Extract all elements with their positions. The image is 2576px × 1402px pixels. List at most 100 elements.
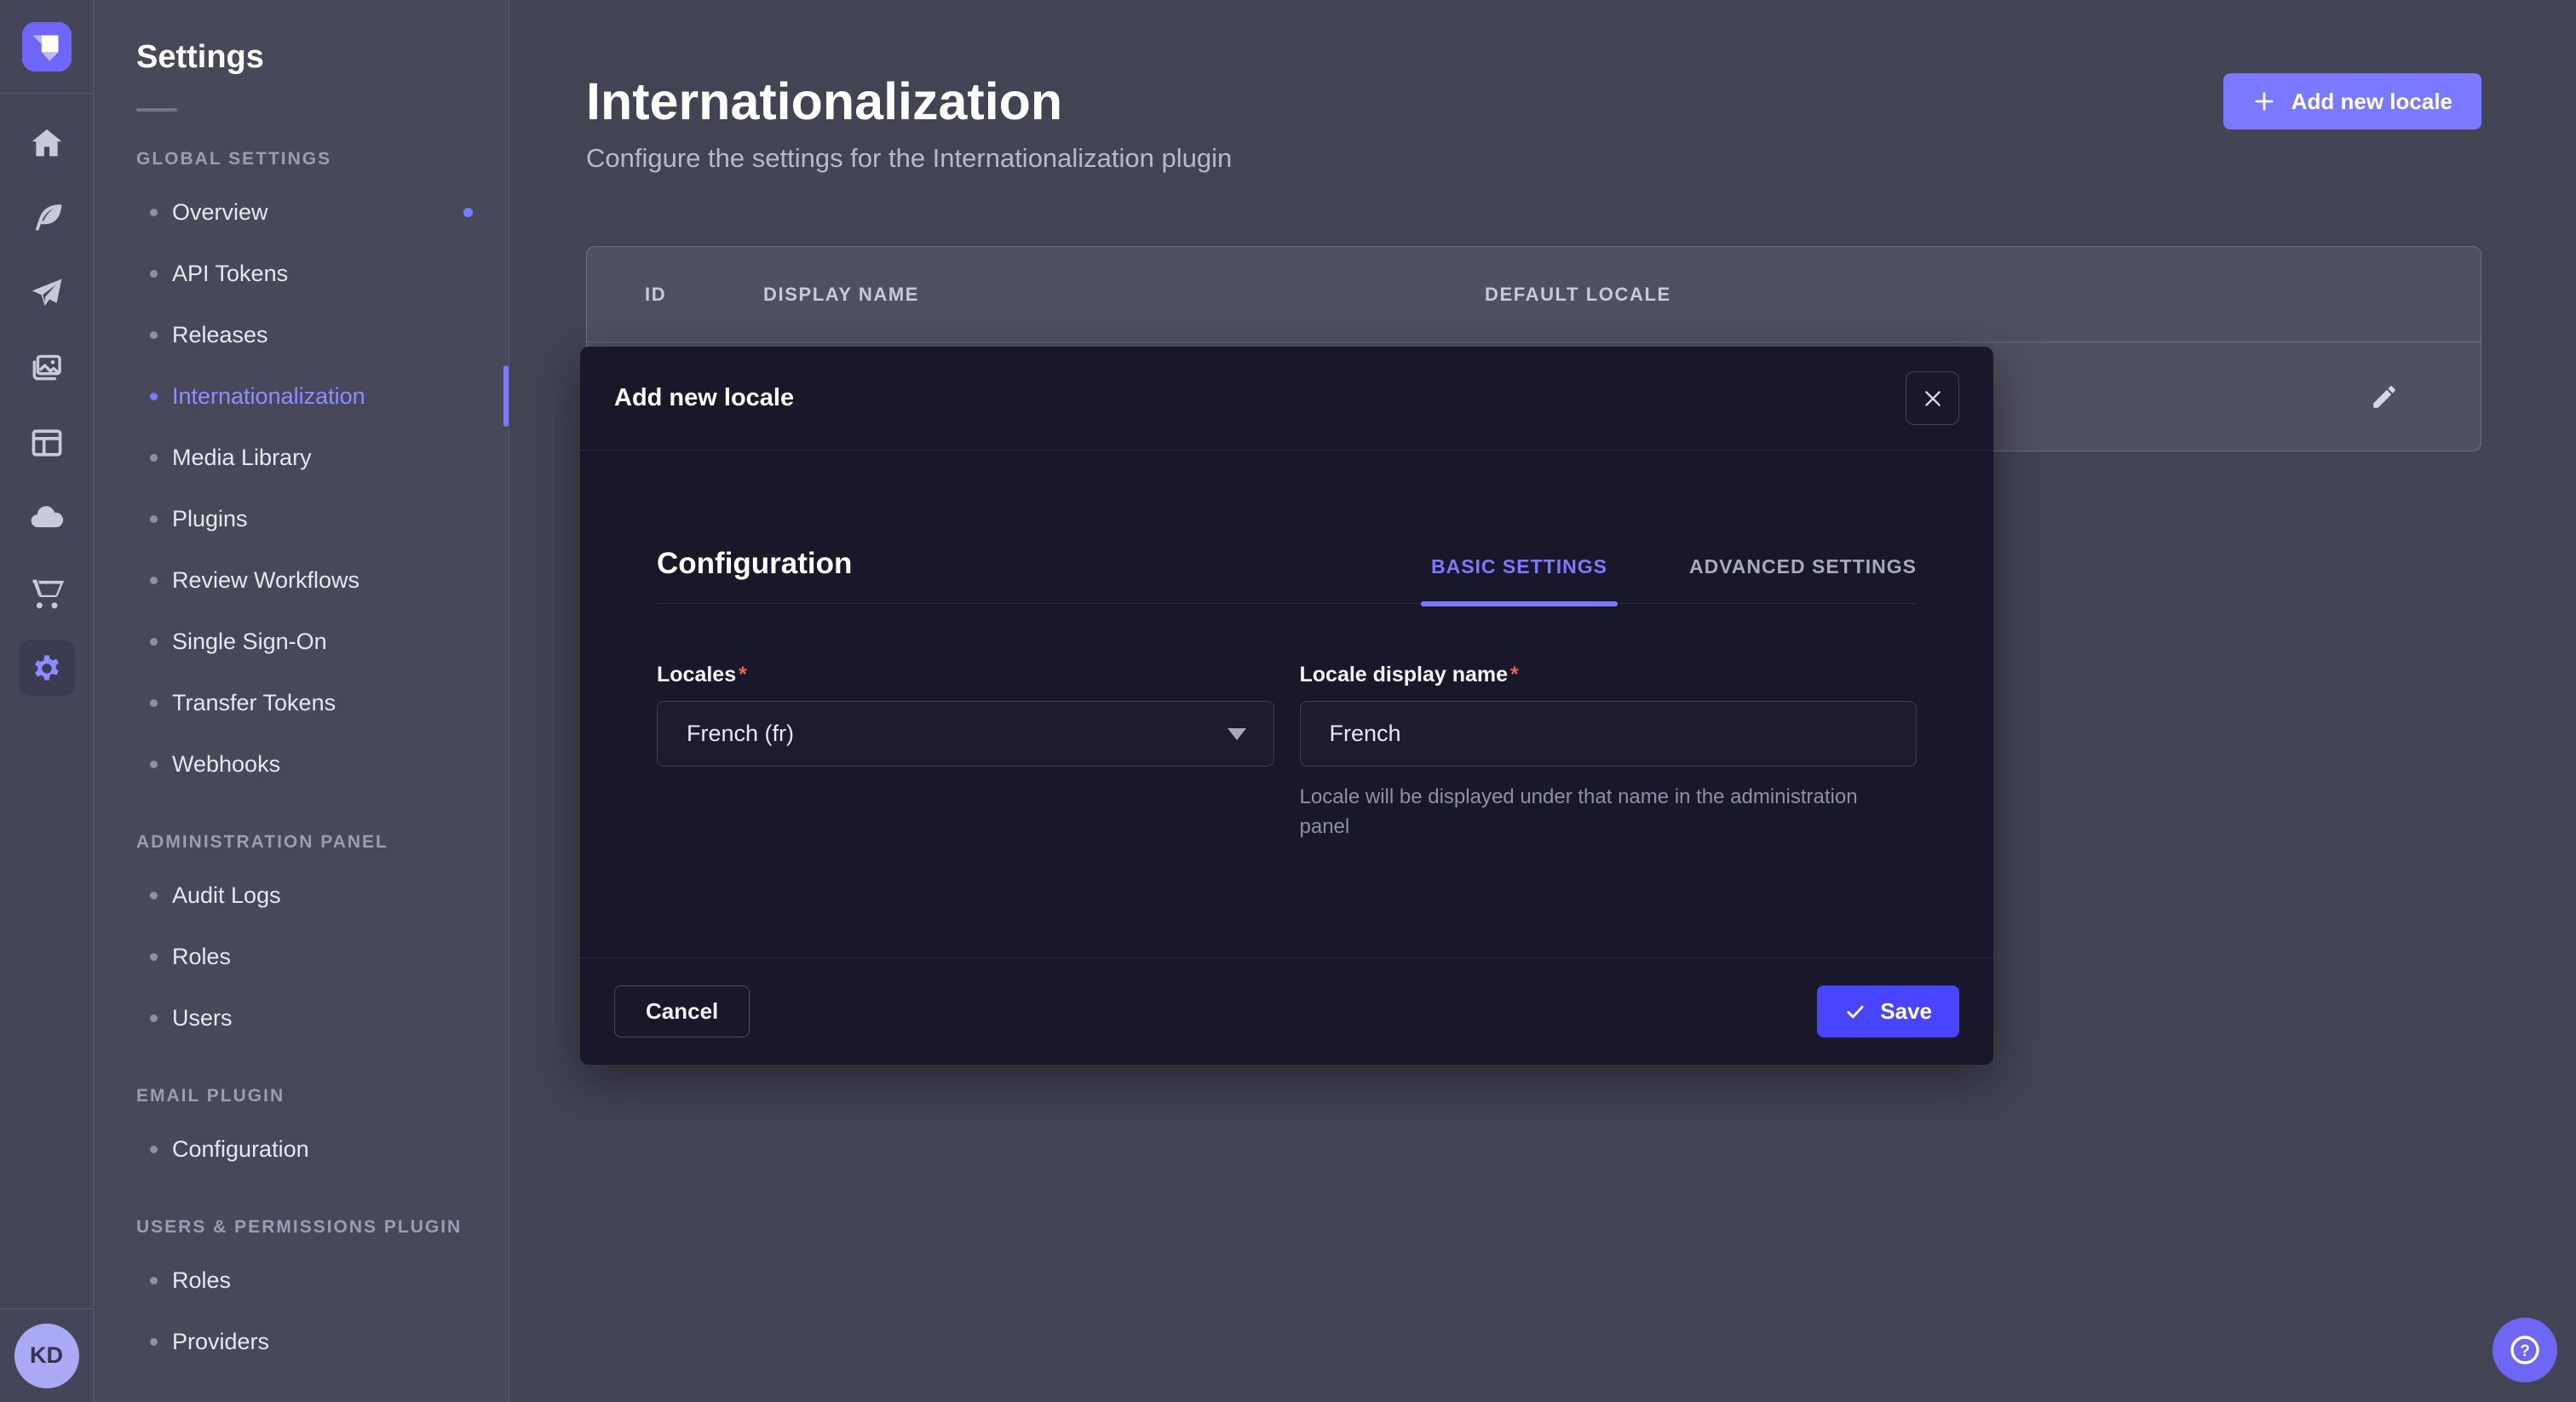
display-name-label: Locale display name* (1300, 663, 1918, 687)
sidebar-title: Settings (94, 39, 509, 76)
sidebar-item-api-tokens[interactable]: API Tokens (94, 243, 509, 304)
sidebar-title-divider (136, 108, 177, 112)
sidebar-item-label: Audit Logs (172, 882, 281, 909)
sidebar-item-plugins[interactable]: Plugins (94, 488, 509, 549)
sidebar-item-single-sign-on[interactable]: Single Sign-On (94, 611, 509, 672)
settings-tabs: BASIC SETTINGS ADVANCED SETTINGS (1431, 555, 1917, 582)
section-label-global-settings: GLOBAL SETTINGS (136, 149, 509, 170)
logo-container (0, 0, 93, 94)
save-button[interactable]: Save (1817, 985, 1959, 1037)
page-title: Internationalization (586, 72, 1062, 131)
required-asterisk: * (739, 663, 747, 687)
rail-item-deploy[interactable] (9, 256, 84, 330)
bullet-icon (150, 577, 158, 584)
rail-item-content-type-builder[interactable] (9, 181, 84, 256)
pencil-icon (2370, 382, 2399, 411)
modal-fields-row: Locales* French (fr) Locale display name… (657, 663, 1917, 842)
sidebar-item-label: Review Workflows (172, 567, 359, 594)
strapi-logo-icon (22, 22, 72, 72)
save-button-label: Save (1880, 998, 1932, 1025)
chevron-down-icon (1228, 728, 1246, 740)
column-header-id: ID (645, 284, 763, 306)
sidebar-item-admin-users[interactable]: Users (94, 987, 509, 1049)
user-avatar[interactable]: KD (14, 1324, 79, 1388)
sidebar-item-overview[interactable]: Overview (94, 181, 509, 243)
rail-item-media-library[interactable] (9, 330, 84, 405)
modal-close-button[interactable] (1906, 371, 1959, 425)
feather-icon (19, 190, 75, 246)
check-icon (1844, 1001, 1866, 1023)
sidebar-item-media-library[interactable]: Media Library (94, 427, 509, 488)
locales-field: Locales* French (fr) (657, 663, 1274, 842)
bullet-icon (150, 761, 158, 768)
strapi-admin-app: KD Settings GLOBAL SETTINGS Overview API… (0, 0, 2576, 1402)
section-label-users-permissions-plugin: USERS & PERMISSIONS PLUGIN (136, 1217, 509, 1238)
global-settings-list: Overview API Tokens Releases Internation… (94, 181, 509, 795)
required-asterisk: * (1510, 663, 1519, 687)
rail-item-marketplace[interactable] (9, 555, 84, 630)
help-button[interactable]: ? (2493, 1318, 2557, 1382)
email-plugin-list: Configuration (94, 1118, 509, 1180)
configuration-heading: Configuration (657, 546, 852, 582)
edit-locale-button[interactable] (2370, 382, 2399, 411)
table-header-row: ID DISPLAY NAME DEFAULT LOCALE (587, 247, 2481, 342)
bullet-icon (150, 209, 158, 216)
bullet-icon (150, 892, 158, 899)
sidebar-item-label: Roles (172, 944, 231, 970)
bullet-icon (150, 953, 158, 961)
gear-icon (19, 640, 75, 696)
sidebar-item-label: Plugins (172, 506, 248, 532)
modal-title: Add new locale (614, 384, 794, 412)
cancel-button[interactable]: Cancel (614, 985, 750, 1037)
add-new-locale-button[interactable]: Add new locale (2223, 73, 2481, 129)
display-name-hint: Locale will be displayed under that name… (1300, 782, 1896, 842)
locales-label: Locales* (657, 663, 1274, 687)
bullet-icon (150, 1277, 158, 1284)
column-header-display-name: DISPLAY NAME (763, 284, 1485, 306)
rail-user-area: KD (0, 1308, 93, 1402)
modal-body: Configuration BASIC SETTINGS ADVANCED SE… (580, 451, 1993, 957)
modal-footer: Cancel Save (580, 957, 1993, 1065)
sidebar-item-label: Roles (172, 1267, 231, 1294)
bullet-icon (150, 1014, 158, 1022)
sidebar-item-label: Users (172, 1005, 233, 1031)
sidebar-item-internationalization[interactable]: Internationalization (94, 365, 509, 427)
administration-panel-list: Audit Logs Roles Users (94, 865, 509, 1049)
add-new-locale-label: Add new locale (2291, 89, 2452, 115)
rail-item-content-manager[interactable] (9, 405, 84, 480)
sidebar-item-webhooks[interactable]: Webhooks (94, 733, 509, 795)
sidebar-item-up-roles[interactable]: Roles (94, 1250, 509, 1311)
sidebar-item-releases[interactable]: Releases (94, 304, 509, 365)
plus-icon (2252, 89, 2276, 113)
notification-dot (463, 208, 473, 217)
media-library-icon (19, 340, 75, 396)
question-mark-icon: ? (2506, 1331, 2544, 1369)
tab-advanced-settings[interactable]: ADVANCED SETTINGS (1689, 555, 1917, 582)
column-header-default-locale: DEFAULT LOCALE (1485, 284, 2423, 306)
sidebar-item-up-providers[interactable]: Providers (94, 1311, 509, 1372)
locales-select[interactable]: French (fr) (657, 701, 1274, 767)
add-locale-modal: Add new locale Configuration BASIC SETTI… (580, 347, 1993, 1065)
section-label-administration-panel: ADMINISTRATION PANEL (136, 832, 509, 853)
sidebar-item-label: Media Library (172, 445, 312, 471)
tab-basic-settings[interactable]: BASIC SETTINGS (1431, 555, 1607, 582)
main-content: Internationalization Configure the setti… (509, 0, 2576, 1402)
rail-item-home[interactable] (9, 106, 84, 181)
sidebar-item-audit-logs[interactable]: Audit Logs (94, 865, 509, 926)
bullet-icon (150, 515, 158, 523)
bullet-icon (150, 454, 158, 462)
locales-label-text: Locales (657, 663, 736, 687)
rail-item-settings[interactable] (9, 630, 84, 705)
display-name-input[interactable] (1300, 701, 1918, 767)
sidebar-item-label: Releases (172, 322, 268, 348)
rail-item-cloud[interactable] (9, 480, 84, 555)
sidebar-item-transfer-tokens[interactable]: Transfer Tokens (94, 672, 509, 733)
close-icon (1922, 388, 1944, 410)
sidebar-item-label: Configuration (172, 1136, 309, 1163)
sidebar-item-review-workflows[interactable]: Review Workflows (94, 549, 509, 611)
sidebar-item-admin-roles[interactable]: Roles (94, 926, 509, 987)
display-name-field: Locale display name* Locale will be disp… (1300, 663, 1918, 842)
sidebar-item-label: Single Sign-On (172, 629, 327, 655)
sidebar-item-email-configuration[interactable]: Configuration (94, 1118, 509, 1180)
section-label-email-plugin: EMAIL PLUGIN (136, 1086, 509, 1106)
